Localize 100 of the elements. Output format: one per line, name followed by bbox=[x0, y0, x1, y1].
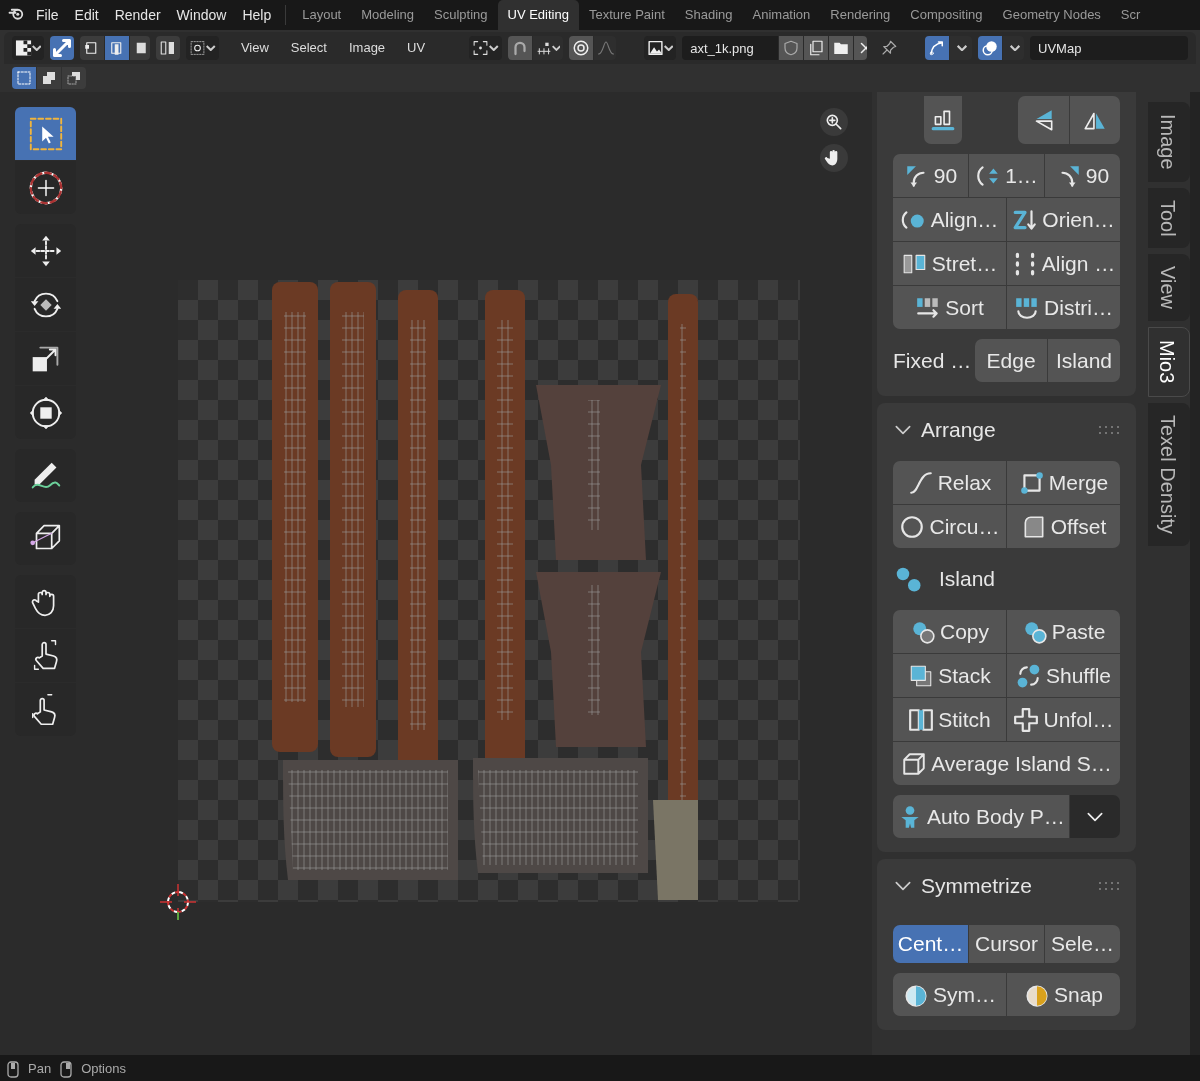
overlapping-circles-icon bbox=[980, 39, 999, 57]
panel-button[interactable]: Distri… bbox=[1007, 286, 1120, 329]
mouse-right-icon bbox=[59, 1060, 74, 1078]
panel-button[interactable]: Paste bbox=[1007, 610, 1120, 653]
panel-button[interactable]: Stitch bbox=[893, 698, 1006, 741]
fake-user-button[interactable] bbox=[779, 36, 804, 60]
workspace-tab[interactable]: Geometry Nodes bbox=[992, 0, 1111, 30]
uv-map-field[interactable]: UVMap bbox=[1030, 36, 1189, 60]
gizmo-menu-button[interactable] bbox=[950, 36, 972, 60]
select-mode-button[interactable] bbox=[80, 36, 105, 60]
flip-button[interactable] bbox=[1069, 96, 1120, 144]
workspace-tab[interactable]: Rendering bbox=[820, 0, 901, 30]
drag-handle-icon[interactable] bbox=[1098, 881, 1120, 891]
segment-option[interactable]: Sele… bbox=[1045, 925, 1120, 963]
panel-button[interactable]: 90 bbox=[1045, 154, 1120, 197]
caret-icon bbox=[663, 45, 674, 51]
sidebar-tab[interactable]: Image bbox=[1148, 102, 1190, 182]
duplicate-icon bbox=[807, 39, 826, 57]
panel-button[interactable]: Offset bbox=[1007, 505, 1120, 548]
panel-title: Arrange bbox=[921, 417, 996, 444]
segment-option[interactable]: Cent… bbox=[893, 925, 968, 963]
panel-button[interactable]: Copy bbox=[893, 610, 1006, 653]
status-hint: Options bbox=[81, 1060, 126, 1079]
select-mode-button[interactable] bbox=[105, 36, 130, 60]
snap-target-button[interactable] bbox=[532, 36, 564, 60]
caret-icon bbox=[551, 45, 561, 51]
select-mode-button[interactable] bbox=[130, 36, 151, 60]
panel-button[interactable]: Stack bbox=[893, 654, 1006, 697]
workspace-tab[interactable]: Animation bbox=[742, 0, 821, 30]
sticky-select-button[interactable] bbox=[186, 36, 219, 60]
panel-button[interactable]: Relax bbox=[893, 461, 1006, 504]
sidebar-tab[interactable]: View bbox=[1148, 254, 1190, 322]
workspace-tab[interactable]: Sculpting bbox=[424, 0, 498, 30]
menu-item[interactable]: Help bbox=[234, 4, 280, 26]
panel-button[interactable]: 90 bbox=[893, 154, 968, 197]
sync-toggle-button[interactable] bbox=[50, 36, 75, 60]
panel-button[interactable]: Orien… bbox=[1007, 198, 1120, 241]
menu-item[interactable]: Window bbox=[168, 4, 235, 26]
auto-body-button[interactable]: Auto Body P… bbox=[893, 795, 1069, 838]
panel-button[interactable]: Align… bbox=[893, 198, 1006, 241]
panel-button[interactable]: Sym… bbox=[893, 973, 1006, 1016]
proportional-edit-button[interactable] bbox=[569, 36, 594, 60]
extend-selection-icon bbox=[41, 70, 57, 86]
caret-icon bbox=[489, 45, 499, 51]
panel-button[interactable]: Unfol… bbox=[1007, 698, 1120, 741]
panel-button[interactable]: Merge bbox=[1007, 461, 1120, 504]
overlay-toggle-button[interactable] bbox=[977, 36, 1002, 60]
workspace-tab[interactable]: Shading bbox=[674, 0, 743, 30]
header-menu[interactable]: Image bbox=[340, 38, 394, 58]
panel-button[interactable]: Snap bbox=[1007, 973, 1120, 1016]
panel-button[interactable]: Circu… bbox=[893, 505, 1006, 548]
open-image-button[interactable] bbox=[829, 36, 854, 60]
workspace-tab[interactable]: Layout bbox=[292, 0, 352, 30]
fixed-label: Fixed … bbox=[893, 347, 972, 374]
pin-icon bbox=[880, 39, 899, 57]
panel-button[interactable]: Stret… bbox=[893, 242, 1006, 285]
panel-button[interactable]: Sort bbox=[893, 286, 1006, 329]
split-view-button[interactable] bbox=[156, 36, 181, 60]
zoom-icon bbox=[824, 112, 844, 132]
gizmo-toggle-button[interactable] bbox=[925, 36, 950, 60]
target-rings-icon bbox=[572, 39, 591, 57]
editor-type-button[interactable] bbox=[12, 36, 45, 60]
pan-button[interactable] bbox=[820, 144, 848, 172]
pivot-button[interactable] bbox=[469, 36, 502, 60]
segment-option[interactable]: Cursor bbox=[969, 925, 1044, 963]
image-browse-button[interactable] bbox=[643, 36, 677, 60]
circle-icon bbox=[899, 513, 926, 540]
sidebar-tab[interactable]: Texel Density bbox=[1148, 402, 1190, 546]
panel-button[interactable]: 1… bbox=[969, 154, 1044, 197]
cross-shape-icon bbox=[1013, 706, 1040, 733]
drag-handle-icon[interactable] bbox=[1098, 425, 1120, 435]
panel-button[interactable]: Align … bbox=[1007, 242, 1120, 285]
sidebar-tab[interactable]: Tool bbox=[1148, 187, 1190, 249]
panel-button[interactable]: Average Island S… bbox=[893, 742, 1120, 785]
box-select-mode-button[interactable] bbox=[62, 67, 86, 89]
caret-icon bbox=[1009, 45, 1020, 51]
header-menu[interactable]: Select bbox=[282, 38, 335, 58]
sidebar-tab[interactable]: Mio3 bbox=[1148, 327, 1190, 397]
image-name-field[interactable]: axt_1k.png bbox=[682, 36, 779, 60]
snap-button[interactable] bbox=[507, 36, 532, 60]
workspace-tab[interactable]: UV Editing bbox=[497, 0, 579, 30]
header-menu[interactable]: View bbox=[232, 38, 277, 58]
overlay-menu-button[interactable] bbox=[1002, 36, 1025, 60]
segment-option[interactable]: Edge bbox=[975, 339, 1048, 382]
panel-button[interactable]: Shuffle bbox=[1007, 654, 1120, 697]
header-menu[interactable]: UV bbox=[399, 38, 434, 58]
workspace-tab[interactable]: Scr bbox=[1110, 0, 1151, 30]
box-select-mode-button[interactable] bbox=[37, 67, 61, 89]
segment-option[interactable]: Island bbox=[1048, 339, 1120, 382]
caret-icon bbox=[206, 45, 216, 51]
menu-item[interactable]: File bbox=[28, 4, 67, 26]
flip-button[interactable] bbox=[1018, 96, 1069, 144]
menu-item[interactable]: Edit bbox=[66, 4, 107, 26]
zoom-button[interactable] bbox=[820, 108, 848, 136]
workspace-tab[interactable]: Compositing bbox=[900, 0, 993, 30]
workspace-tab[interactable]: Modeling bbox=[351, 0, 424, 30]
align-bottom-button[interactable] bbox=[924, 96, 962, 144]
new-image-button[interactable] bbox=[804, 36, 829, 60]
menu-item[interactable]: Render bbox=[106, 4, 169, 26]
workspace-tab[interactable]: Texture Paint bbox=[578, 0, 675, 30]
